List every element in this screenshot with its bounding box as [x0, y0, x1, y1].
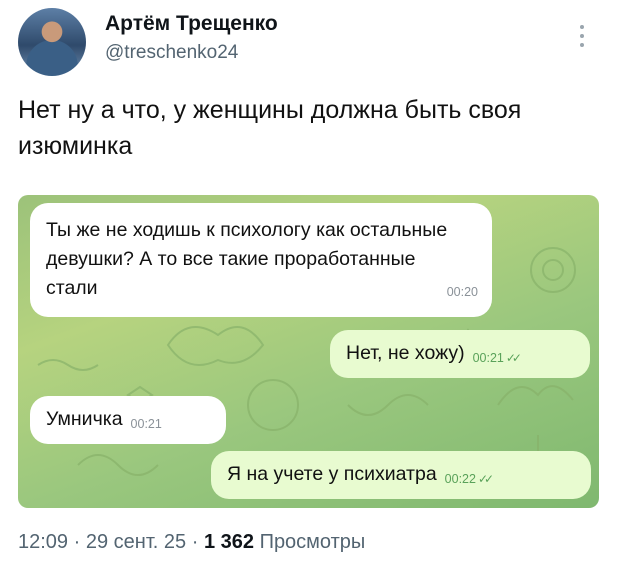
message-time: 00:21: [472, 351, 504, 365]
views-label[interactable]: Просмотры: [260, 531, 366, 553]
tweet-text: Нет ну а что, у женщины должна быть своя…: [18, 96, 522, 160]
separator: ·: [73, 531, 81, 553]
message-text: Я на учете у психиатра: [227, 463, 437, 485]
message-time: 00:22: [444, 472, 476, 486]
outgoing-message-1[interactable]: Нет, не хожу) 00:21 ✓✓: [330, 330, 590, 378]
views-count: 1 362: [203, 531, 254, 553]
author-name[interactable]: Артём Трещенко: [105, 12, 278, 36]
chat-screenshot: Ты же не ходишь к психологу как остальны…: [18, 195, 599, 508]
double-check-icon: ✓✓: [505, 351, 522, 365]
outgoing-message-2[interactable]: Я на учете у психиатра 00:22 ✓✓: [211, 451, 591, 499]
message-time: 00:20: [446, 285, 478, 299]
more-vertical-icon[interactable]: [575, 20, 589, 52]
message-text: Умничка: [46, 408, 123, 430]
message-time: 00:21: [130, 417, 162, 431]
double-check-icon: ✓✓: [477, 472, 494, 486]
incoming-message-2[interactable]: Умничка 00:21: [30, 396, 226, 444]
tweet-meta: 12:09 · 29 сент. 25 · 1 362 Просмотры: [18, 531, 365, 554]
separator: ·: [191, 531, 199, 553]
incoming-message-1[interactable]: Ты же не ходишь к психологу как остальны…: [30, 203, 492, 317]
avatar[interactable]: [18, 8, 86, 76]
author-handle[interactable]: @treschenko24: [105, 42, 238, 64]
post-time: 12:09: [18, 531, 69, 553]
message-text: Нет, не хожу): [346, 342, 465, 364]
message-text: Ты же не ходишь к психологу как остальны…: [46, 219, 448, 299]
post-date: 29 сент. 25: [85, 531, 187, 553]
